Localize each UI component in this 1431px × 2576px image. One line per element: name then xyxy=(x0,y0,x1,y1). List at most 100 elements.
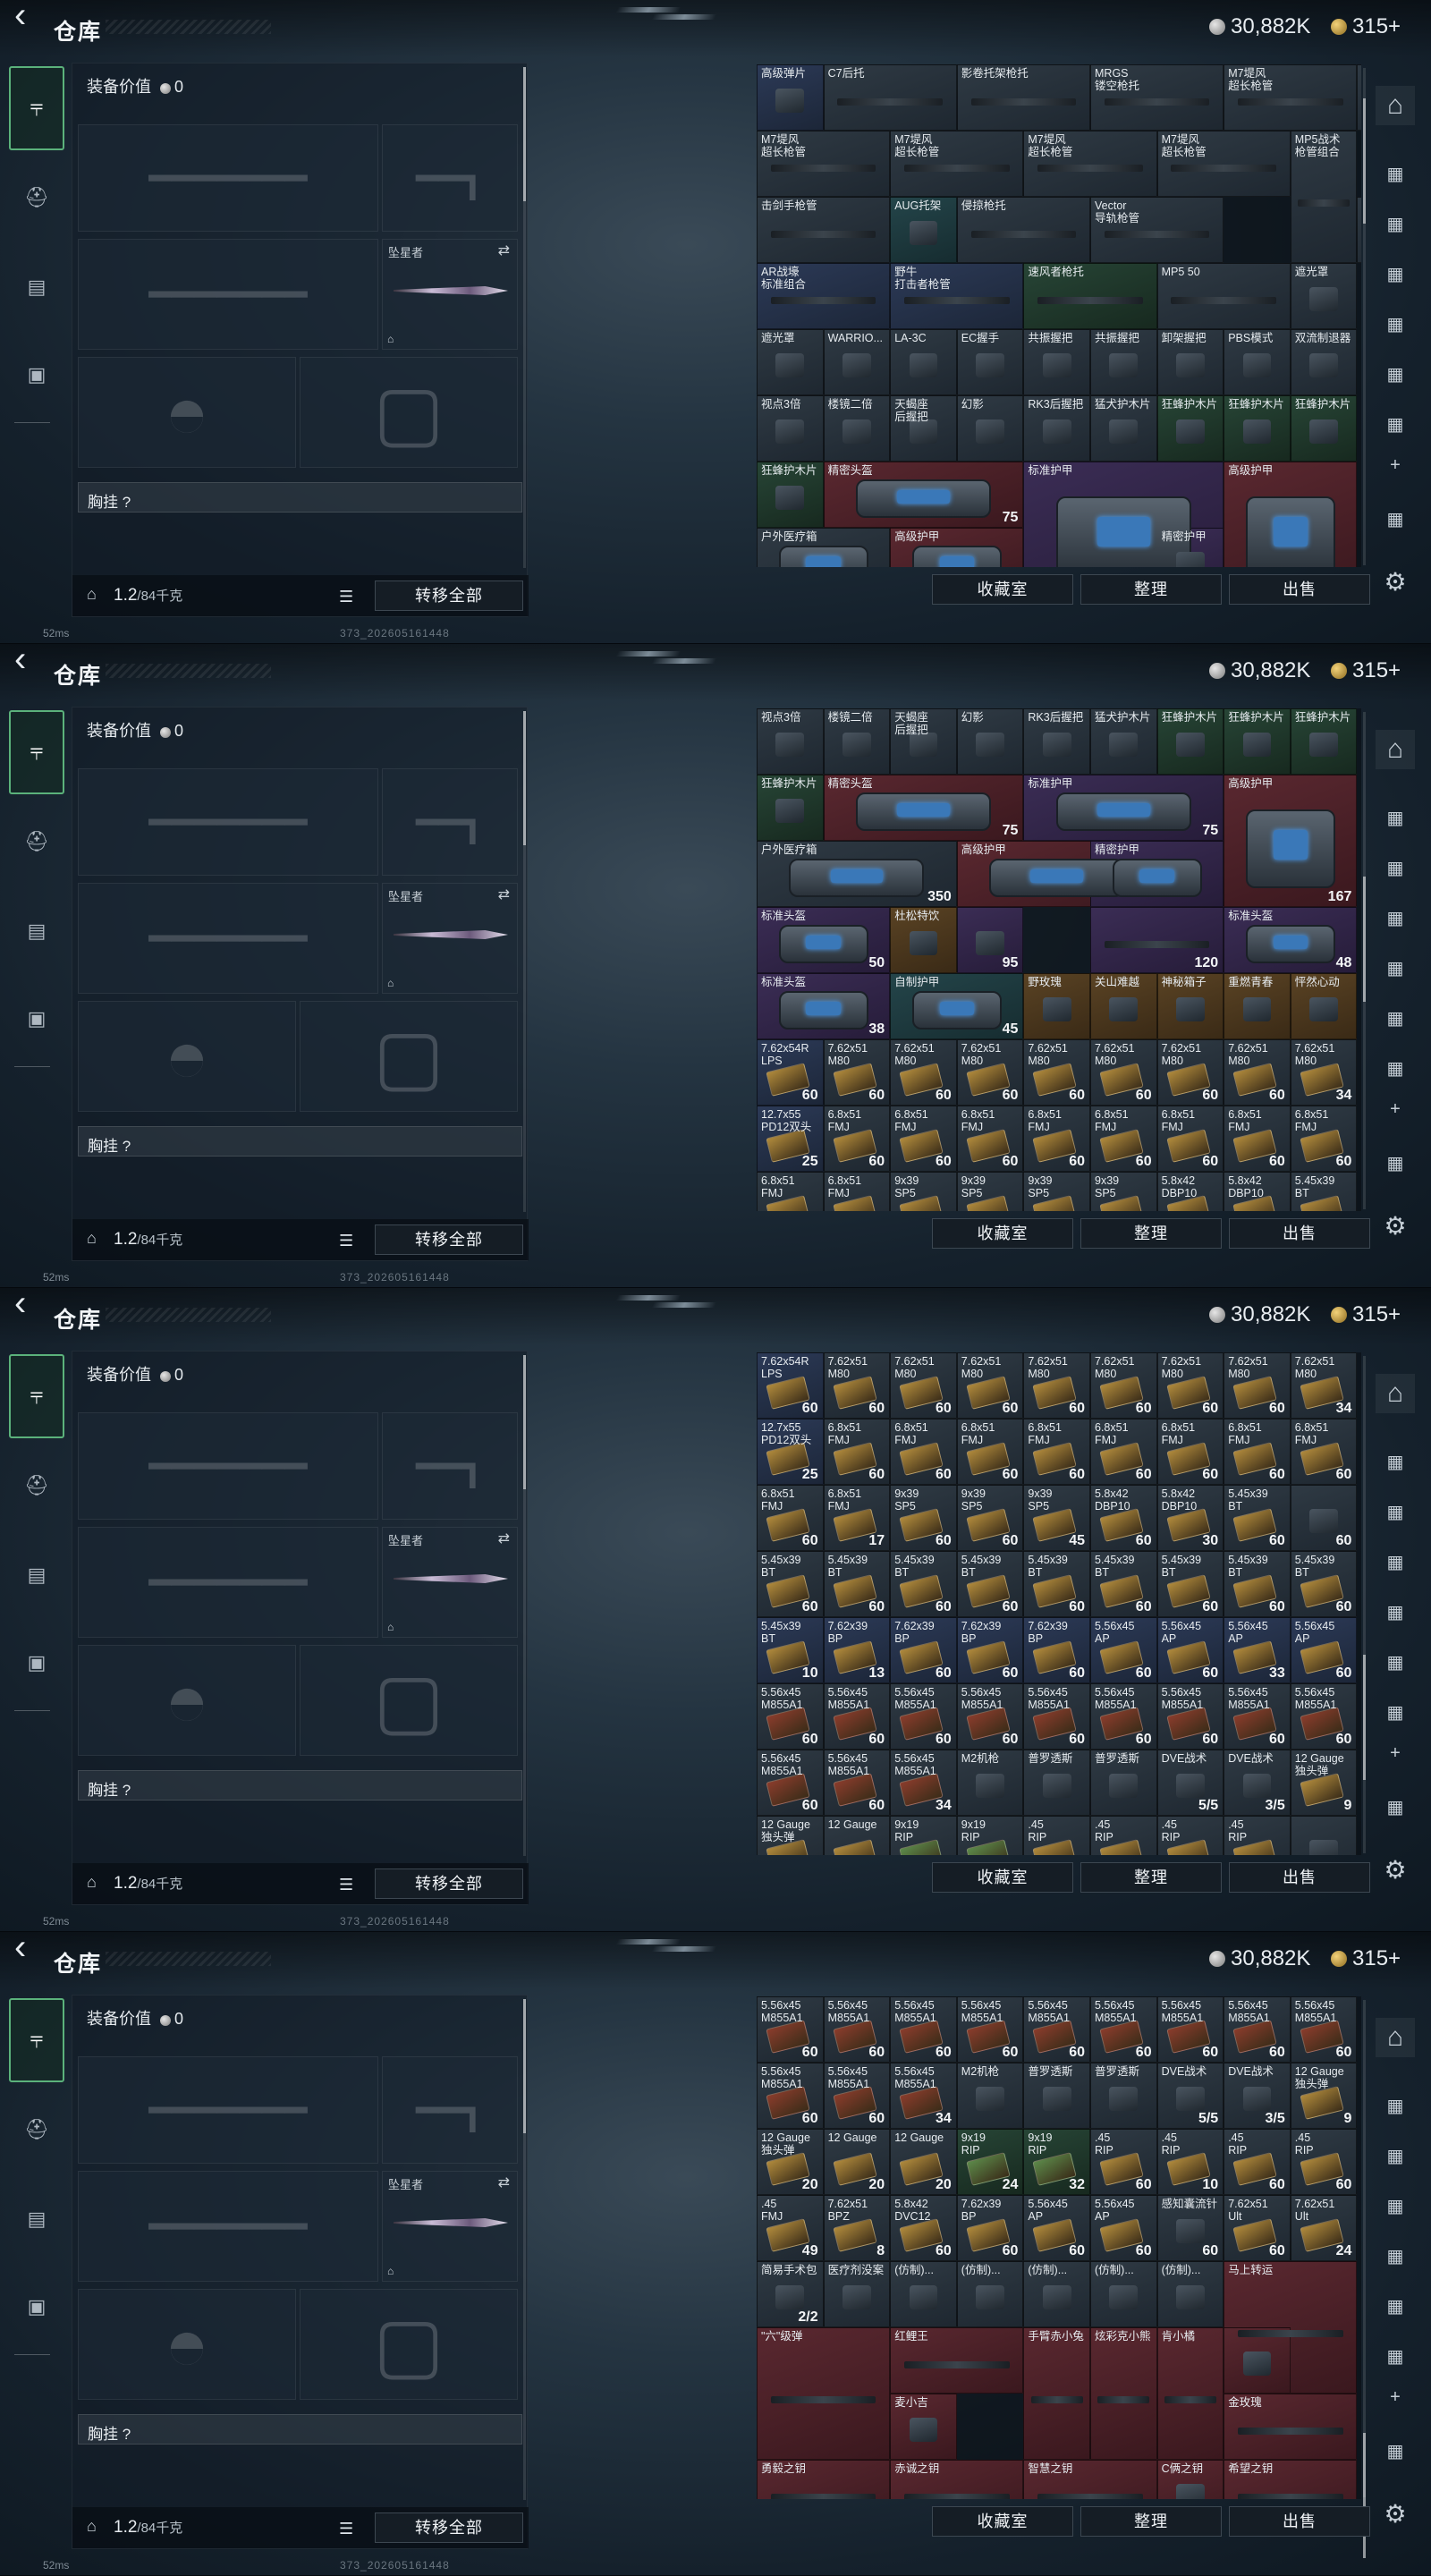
helmet-slot[interactable]: ◓ xyxy=(78,1001,296,1112)
inventory-item[interactable]: 12 Gauge 20 xyxy=(823,2129,891,2195)
inventory-item[interactable]: 猛犬护木片 xyxy=(1090,395,1157,462)
inventory-item[interactable]: 5.56x45 M855A1 34 xyxy=(890,2063,957,2129)
helmet-icon[interactable]: ⛑ xyxy=(9,2102,64,2157)
gun-icon[interactable]: ⫧ xyxy=(9,710,64,794)
inventory-item[interactable]: 7.62x51 M80 60 xyxy=(823,1039,891,1106)
inventory-item[interactable]: 9x19 RIP 24 xyxy=(956,2129,1024,2195)
inventory-item[interactable]: RK3后握把 xyxy=(1023,395,1090,462)
inventory-item[interactable]: 5.8x42 DBP10 60 xyxy=(1090,1485,1157,1551)
inventory-item[interactable]: 5.8x42 DVC12 60 xyxy=(890,2195,957,2261)
inventory-item[interactable]: (仿制)... xyxy=(1156,2261,1224,2327)
gun-icon[interactable]: ⫧ xyxy=(9,1354,64,1438)
inventory-item[interactable]: 6.8x51 FMJ 60 xyxy=(823,1419,891,1485)
inventory-item[interactable]: (仿制)... xyxy=(1090,2261,1157,2327)
inventory-item[interactable]: 5.56x45 AP 60 xyxy=(1156,1617,1224,1683)
collection-room-button[interactable]: 收藏室 xyxy=(932,2506,1073,2537)
inventory-item[interactable]: 5.45x39 BT 60 xyxy=(757,1551,824,1617)
inventory-item[interactable]: (仿制)... xyxy=(1023,2261,1090,2327)
storage-tab-icon[interactable]: ▦ xyxy=(1376,2431,1415,2470)
inventory-item[interactable]: MRGS 镂空枪托 xyxy=(1090,64,1224,131)
inventory-item[interactable]: 6.8x51 FMJ 60 xyxy=(1224,1106,1291,1172)
melee-slot[interactable]: 坠星者 ⇄ ⌂ xyxy=(382,883,518,994)
melee-slot[interactable]: 坠星者 ⇄ ⌂ xyxy=(382,2171,518,2282)
inventory-item[interactable]: 7.62x51 M80 60 xyxy=(1023,1039,1090,1106)
inventory-item[interactable]: MP5 50 xyxy=(1156,263,1291,329)
inventory-item[interactable]: 5.56x45 M855A1 60 xyxy=(956,1683,1024,1750)
inventory-item[interactable]: DVE战术 5/5 xyxy=(1156,1750,1224,1816)
storage-tab-icon[interactable]: ▦ xyxy=(1376,1048,1415,1088)
inventory-item[interactable]: 野牛 打击者枪管 xyxy=(890,263,1024,329)
primary-weapon-slot[interactable]: ━━━━━━━ xyxy=(78,124,378,232)
inventory-item[interactable]: 精密头盔 75 xyxy=(823,775,1024,841)
inventory-item[interactable]: 5.56x45 M855A1 60 xyxy=(956,1996,1024,2063)
inventory-item[interactable]: 6.8x51 FMJ 60 xyxy=(1156,1106,1224,1172)
inventory-item[interactable]: 金玫瑰 xyxy=(1224,2394,1358,2460)
back-arrow-icon[interactable]: ‹ xyxy=(14,644,38,677)
pistol-slot[interactable]: ━━┓ xyxy=(382,2056,518,2164)
inventory-item[interactable]: 肯小橘 xyxy=(1156,2327,1224,2460)
inventory-item[interactable]: 6.8x51 FMJ 60 xyxy=(1023,1106,1090,1172)
inventory-item[interactable]: 7.62x51 M80 60 xyxy=(823,1352,891,1419)
helmet-icon[interactable]: ⛑ xyxy=(9,170,64,225)
inventory-item[interactable]: Vector 导轨枪管 xyxy=(1090,197,1224,263)
inventory-item[interactable]: 高级弹片 xyxy=(757,64,824,131)
list-icon[interactable]: ☰ xyxy=(339,1876,353,1894)
primary-weapon-slot[interactable]: ━━━━━━━ xyxy=(78,768,378,876)
inventory-item[interactable]: 天蝎座 后握把 xyxy=(890,395,957,462)
sort-button[interactable]: 整理 xyxy=(1080,574,1222,605)
inventory-item[interactable]: 麦小吉 xyxy=(890,2394,957,2460)
inventory-item[interactable]: .45 RIP xyxy=(1023,1816,1090,1855)
armor-slot[interactable]: ▢ xyxy=(300,1001,518,1112)
inventory-item[interactable]: 标准头盔 48 xyxy=(1224,907,1358,973)
inventory-item[interactable]: .45 RIP 60 xyxy=(1290,2129,1358,2195)
inventory-item[interactable]: 勇毅之钥 xyxy=(757,2460,891,2499)
inventory-item[interactable]: 高级护甲 xyxy=(890,528,1024,567)
inventory-item[interactable]: 5.45x39 BT 60 xyxy=(1023,1551,1090,1617)
storage-tab-icon[interactable]: ▦ xyxy=(1376,2236,1415,2275)
chest-rig-bar[interactable]: 胸挂 ? xyxy=(78,1770,522,1801)
inventory-item[interactable]: 12 Gauge 20 xyxy=(890,2129,957,2195)
briefcase-icon[interactable]: ▣ xyxy=(9,991,64,1046)
inventory-item[interactable]: 12.7x55 PD12双头 25 xyxy=(757,1419,824,1485)
inventory-item[interactable]: 9x19 RIP xyxy=(956,1816,1024,1855)
grid-scrollbar-thumb[interactable] xyxy=(1363,877,1366,1002)
inventory-item[interactable]: 12 Gauge 独头弹 9 xyxy=(1290,1750,1358,1816)
inventory-item[interactable]: 7.62x51 M80 60 xyxy=(956,1352,1024,1419)
inventory-item[interactable]: 速风者枪托 xyxy=(1023,263,1157,329)
panel-scrollbar-thumb[interactable] xyxy=(523,1355,526,1489)
list-icon[interactable]: ☰ xyxy=(339,2520,353,2538)
storage-tab-icon[interactable]: ▦ xyxy=(1376,154,1415,193)
inventory-item[interactable]: 7.62x51 M80 60 xyxy=(890,1352,957,1419)
inventory-item[interactable]: 7.62x51 M80 60 xyxy=(1090,1352,1157,1419)
home-icon[interactable]: ⌂ xyxy=(1376,2018,1415,2057)
inventory-item[interactable]: 天蝎座 后握把 xyxy=(890,708,957,775)
sort-button[interactable]: 整理 xyxy=(1080,1862,1222,1893)
inventory-item[interactable]: 6.8x51 FMJ 60 xyxy=(1290,1419,1358,1485)
inventory-item[interactable]: 幻影 xyxy=(956,708,1024,775)
inventory-item[interactable]: 5.56x45 M855A1 60 xyxy=(1156,1996,1224,2063)
inventory-item[interactable]: 5.56x45 M855A1 60 xyxy=(1023,1996,1090,2063)
gold-currency[interactable]: 315+ xyxy=(1331,1946,1401,1971)
silver-currency[interactable]: 30,882K xyxy=(1209,1302,1310,1327)
inventory-item[interactable]: 6.8x51 FMJ xyxy=(823,1172,891,1211)
gold-currency[interactable]: 315+ xyxy=(1331,1302,1401,1327)
armor-slot[interactable]: ▢ xyxy=(300,1645,518,1756)
inventory-item[interactable]: 5.56x45 AP 60 xyxy=(1090,1617,1157,1683)
inventory-item[interactable]: 5.45x39 BT 10 xyxy=(757,1617,824,1683)
storage-tab-icon[interactable]: ▦ xyxy=(1376,1143,1415,1182)
swap-icon[interactable]: ⇄ xyxy=(498,242,510,259)
plus-icon[interactable]: + xyxy=(1376,1733,1415,1773)
grid-scrollbar-thumb[interactable] xyxy=(1363,98,1366,224)
silver-currency[interactable]: 30,882K xyxy=(1209,1946,1310,1971)
inventory-item[interactable]: 6.8x51 FMJ 60 xyxy=(1290,1106,1358,1172)
storage-tab-icon[interactable]: ▦ xyxy=(1376,1692,1415,1732)
inventory-item[interactable]: 7.62x51 M80 60 xyxy=(1156,1352,1224,1419)
collection-room-button[interactable]: 收藏室 xyxy=(932,1862,1073,1893)
chest-rig-bar[interactable]: 胸挂 ? xyxy=(78,2414,522,2445)
inventory-item[interactable]: 野玫瑰 xyxy=(1023,973,1090,1039)
storage-tab-icon[interactable]: ▦ xyxy=(1376,898,1415,937)
inventory-item[interactable]: 5.56x45 M855A1 60 xyxy=(823,1683,891,1750)
inventory-item[interactable]: 红鲤王 xyxy=(890,2327,1024,2394)
inventory-item[interactable]: 6.8x51 FMJ 60 xyxy=(823,1106,891,1172)
inventory-item[interactable]: 怦然心动 xyxy=(1290,973,1358,1039)
